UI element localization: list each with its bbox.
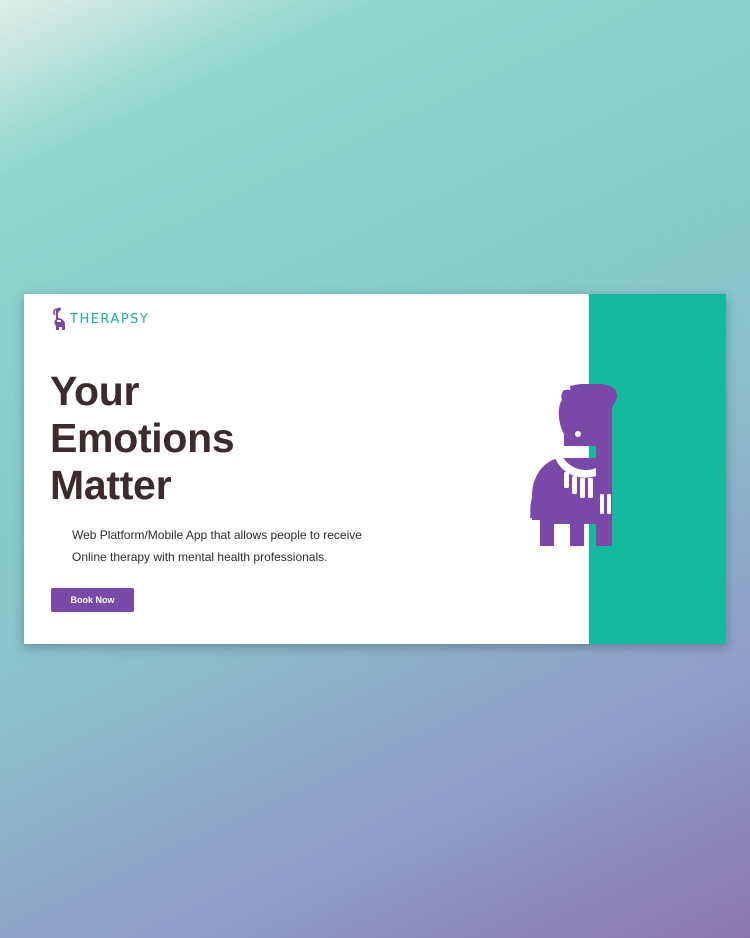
- elephant-logo-icon: [53, 307, 65, 330]
- description-line-2: Online therapy with mental health profes…: [72, 550, 328, 564]
- headline-line-3: Matter: [50, 462, 172, 508]
- headline-line-2: Emotions: [50, 415, 235, 461]
- elephant-illustration-icon: [530, 384, 617, 546]
- page-background: { "brand": { "name": "THERAPSY", "logo_i…: [0, 0, 750, 938]
- headline-line-1: Your: [50, 368, 140, 414]
- brand-name: THERAPSY: [70, 311, 150, 327]
- description-line-1: Web Platform/Mobile App that allows peop…: [72, 528, 362, 542]
- hero-card: THERAPSY Your Emotions Matter Web Platfo…: [24, 294, 726, 644]
- brand-logo[interactable]: THERAPSY: [52, 307, 149, 331]
- hero-description: Web Platform/Mobile App that allows peop…: [72, 524, 362, 568]
- book-now-button[interactable]: Book Now: [51, 588, 134, 612]
- hero-headline: Your Emotions Matter: [50, 368, 235, 509]
